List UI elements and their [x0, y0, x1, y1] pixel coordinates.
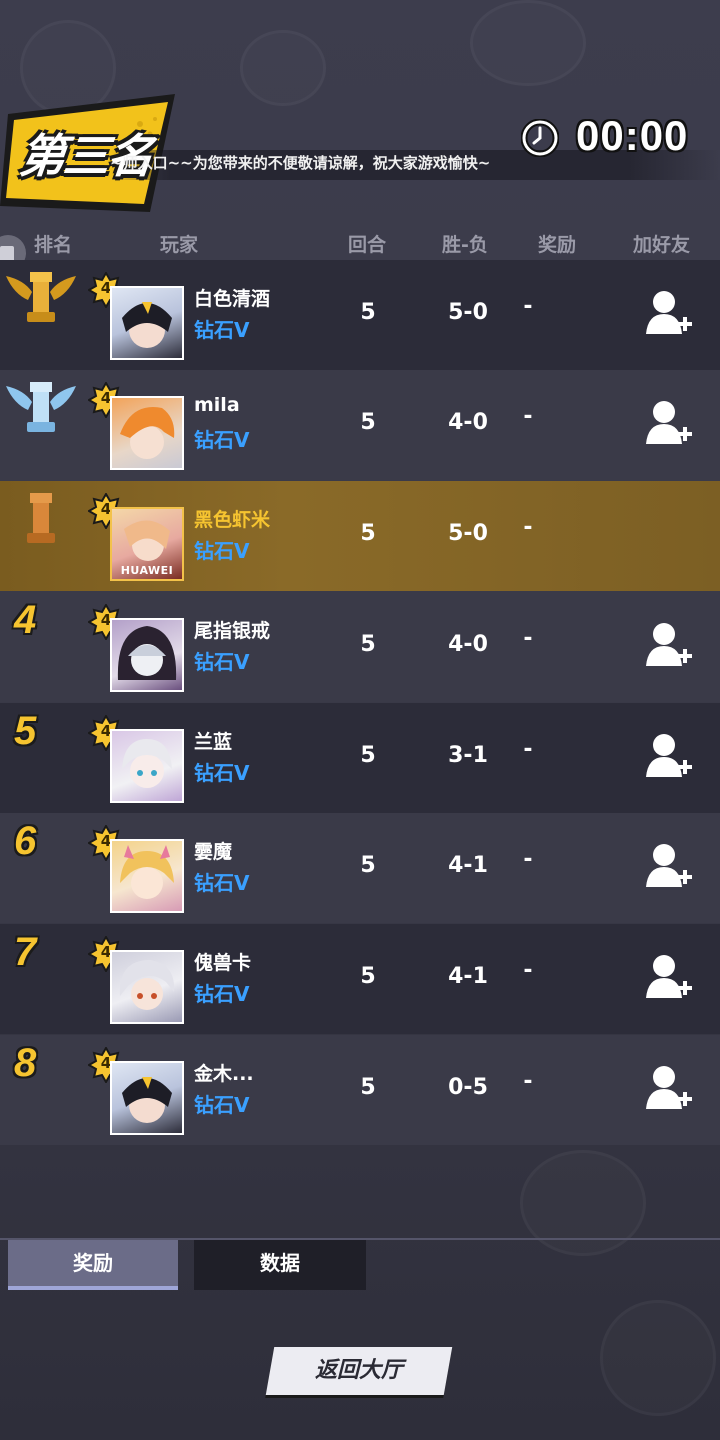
player-row[interactable]: 5 4 兰蓝 钻石V 5 3-1 -: [0, 703, 720, 813]
player-tier: 钻石V: [194, 318, 250, 342]
rank-number: 4: [14, 598, 37, 642]
player-avatar[interactable]: [110, 396, 184, 470]
win-loss-value: 4-1: [448, 964, 488, 989]
reward-value: -: [523, 626, 533, 651]
tab-data[interactable]: 数据: [194, 1240, 366, 1290]
player-name: mila: [194, 394, 240, 416]
player-tier: 钻石V: [194, 871, 250, 895]
rounds-value: 5: [360, 521, 376, 546]
win-loss-value: 4-0: [448, 632, 488, 657]
player-name: 白色清酒: [194, 288, 271, 310]
reward-value: -: [523, 404, 533, 429]
column-header-reward: 奖励: [538, 234, 577, 256]
add-friend-icon[interactable]: [644, 288, 692, 336]
player-tier: 钻石V: [194, 761, 250, 785]
reward-value: -: [523, 737, 533, 762]
player-avatar[interactable]: [110, 839, 184, 913]
player-avatar[interactable]: HUAWEI: [110, 507, 184, 581]
rank-number: 8: [14, 1041, 37, 1085]
add-friend-icon[interactable]: [644, 620, 692, 668]
player-avatar[interactable]: [110, 729, 184, 803]
rounds-value: 5: [360, 410, 376, 435]
column-header-win-loss: 胜-负: [442, 234, 488, 256]
add-friend-icon[interactable]: [644, 398, 692, 446]
tab-reward[interactable]: 奖励: [8, 1240, 178, 1290]
player-name: 尾指银戒: [194, 620, 271, 642]
background-decoration: [520, 1150, 646, 1256]
column-header-rank: 排名: [34, 234, 73, 256]
countdown-timer: 00:00: [576, 112, 689, 159]
rounds-value: 5: [360, 853, 376, 878]
bronze-trophy-icon: [27, 493, 55, 543]
back-to-lobby-label[interactable]: 返回大厅: [270, 1352, 448, 1384]
player-row[interactable]: 7 4 傀兽卡 钻石V 5 4-1 -: [0, 924, 720, 1034]
reward-value: -: [523, 1069, 533, 1094]
rank-number: 7: [14, 930, 37, 974]
rounds-value: 5: [360, 632, 376, 657]
background-decoration: [470, 0, 586, 86]
announcement-text: ~师入口~~为您带来的不便敬请谅解，祝大家游戏愉快~: [110, 154, 491, 172]
player-name: 黑色虾米: [194, 509, 271, 531]
player-avatar[interactable]: [110, 286, 184, 360]
player-avatar[interactable]: [110, 950, 184, 1024]
add-friend-icon[interactable]: [644, 1063, 692, 1111]
player-row[interactable]: 8 4 金木... 钻石V 5 0-5 -: [0, 1035, 720, 1145]
column-header-rounds: 回合: [348, 234, 387, 256]
reward-value: -: [523, 847, 533, 872]
player-row-self[interactable]: 4 HUAWEI 黑色虾米 钻石V 5 5-0 -: [0, 481, 720, 591]
win-loss-value: 4-1: [448, 853, 488, 878]
player-row[interactable]: 4 4 尾指银戒 钻石V 5 4-0 -: [0, 592, 720, 702]
background-decoration: [240, 30, 326, 106]
win-loss-value: 5-0: [448, 300, 488, 325]
column-header-add-friend: 加好友: [633, 234, 691, 256]
player-tier: 钻石V: [194, 539, 250, 563]
reward-value: -: [523, 958, 533, 983]
rounds-value: 5: [360, 300, 376, 325]
player-row[interactable]: 4 白色清酒 钻石V 5 5-0 -: [0, 260, 720, 370]
add-friend-icon[interactable]: [644, 731, 692, 779]
player-tier: 钻石V: [194, 982, 250, 1006]
win-loss-value: 0-5: [448, 1075, 488, 1100]
gold-trophy-icon: [6, 272, 76, 322]
reward-value: -: [523, 515, 533, 540]
player-name: 金木...: [194, 1063, 254, 1085]
column-header-player: 玩家: [160, 234, 199, 256]
silver-trophy-icon: [6, 382, 76, 432]
player-name: 兰蓝: [194, 731, 233, 753]
clock-icon: [521, 119, 559, 157]
reward-value: -: [523, 294, 533, 319]
player-row[interactable]: 6 4 孁魔 钻石V 5 4-1 -: [0, 813, 720, 923]
player-avatar[interactable]: [110, 1061, 184, 1135]
win-loss-value: 5-0: [448, 521, 488, 546]
win-loss-value: 3-1: [448, 743, 488, 768]
background-decoration: [600, 1300, 716, 1416]
rounds-value: 5: [360, 964, 376, 989]
player-name: 孁魔: [194, 841, 233, 863]
player-tier: 钻石V: [194, 650, 250, 674]
rank-number: 5: [14, 709, 37, 753]
rounds-value: 5: [360, 743, 376, 768]
player-row[interactable]: 4 mila 钻石V 5 4-0 -: [0, 370, 720, 480]
add-friend-icon[interactable]: [644, 952, 692, 1000]
avatar-caption: HUAWEI: [120, 564, 174, 577]
player-tier: 钻石V: [194, 1093, 250, 1117]
win-loss-value: 4-0: [448, 410, 488, 435]
add-friend-icon[interactable]: [644, 841, 692, 889]
player-avatar[interactable]: [110, 618, 184, 692]
player-name: 傀兽卡: [194, 952, 252, 974]
rounds-value: 5: [360, 1075, 376, 1100]
rank-number: 6: [14, 819, 37, 863]
player-tier: 钻石V: [194, 428, 250, 452]
